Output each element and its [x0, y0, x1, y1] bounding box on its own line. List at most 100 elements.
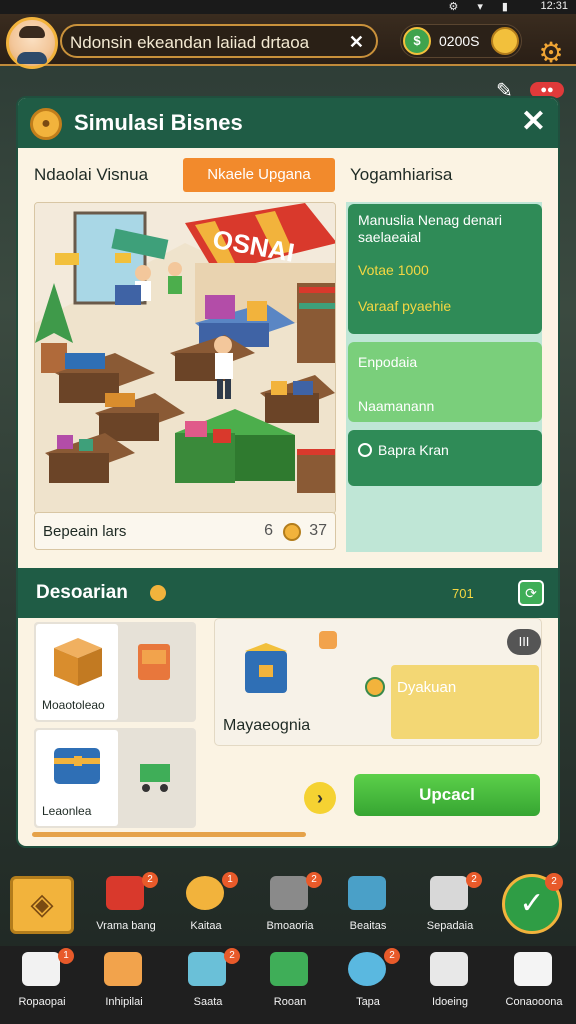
- bonus-icon: [365, 677, 385, 697]
- scene-caption-value: 37: [309, 522, 327, 539]
- item-label: Leaonlea: [42, 804, 92, 818]
- tab-management[interactable]: Yogamhiarisa: [350, 158, 452, 192]
- store-illustration: OSNAI: [35, 203, 335, 513]
- section-action-icon[interactable]: ⟳: [518, 580, 544, 606]
- scene-caption-label: Bepeain lars: [43, 523, 127, 540]
- description-section-header: Desoarian 701 ⟳: [18, 568, 558, 618]
- tab-business[interactable]: Ndaolai Visnua: [34, 158, 148, 192]
- list-item[interactable]: Moaotoleao: [34, 622, 196, 722]
- info-column: Manuslia Nenag denari saelaeaial Votae 1…: [346, 202, 542, 552]
- arrow-right-icon[interactable]: ›: [304, 782, 336, 814]
- nav-label: Rooan: [273, 996, 307, 1008]
- business-simulation-panel: ● Simulasi Bisnes ✕ Ndaolai Visnua Nkael…: [18, 98, 558, 846]
- toolbar-label: Sepadaia: [426, 920, 474, 932]
- check-icon[interactable]: ✓ 2: [502, 873, 563, 934]
- toolbar-label: Kaitaa: [190, 920, 222, 932]
- toolbar-item-3[interactable]: Beaitas: [328, 870, 408, 942]
- store-icon: [106, 876, 144, 910]
- nav-label: Tapa: [356, 996, 380, 1008]
- notification-dot: 2: [545, 873, 563, 891]
- store-scene[interactable]: OSNAI: [34, 202, 336, 514]
- tab-upgrade[interactable]: Nkaele Upgana: [183, 158, 335, 192]
- info-card-option[interactable]: Bapra Kran: [348, 430, 542, 486]
- list-item[interactable]: Leaonlea: [34, 728, 196, 828]
- info-card-option-label: Bapra Kran: [378, 442, 449, 458]
- package-icon: [104, 952, 142, 986]
- toolbar-label: Beaitas: [349, 920, 387, 932]
- radio-icon[interactable]: [358, 443, 372, 457]
- item-side-panel[interactable]: Dyakuan: [391, 665, 539, 739]
- item-list: Moaotoleao Leaonlea: [34, 622, 196, 828]
- close-icon[interactable]: ✕: [521, 104, 546, 139]
- cabinet-icon: [138, 644, 170, 680]
- avatar-hair: [19, 26, 45, 38]
- currency-value: 0200S: [439, 33, 480, 49]
- section-coin-icon: [150, 585, 166, 601]
- item-tag-icon: [319, 631, 337, 649]
- toolbar-item-1[interactable]: 1 Kaitaa: [166, 870, 246, 942]
- section-title: Desoarian: [36, 582, 128, 603]
- nav-item-6[interactable]: Conaooona: [494, 946, 574, 1018]
- document-icon: [430, 952, 468, 986]
- notification-dot: 2: [384, 948, 400, 964]
- notification-dot: 2: [142, 872, 158, 888]
- info-card-option-row: Bapra Kran: [358, 442, 449, 458]
- notification-badge: ●●: [530, 82, 564, 98]
- notification-dot: 1: [222, 872, 238, 888]
- nav-label: Idoeing: [431, 996, 469, 1008]
- upgrade-item-icon: [245, 643, 287, 693]
- info-card-status-line1: Enpodaia: [358, 354, 418, 370]
- info-card-status[interactable]: Enpodaia Naamanann: [348, 342, 542, 422]
- search-bar[interactable]: Ndonsin ekeandan laiiad drtaoa ✕: [60, 24, 378, 58]
- nav-item-1[interactable]: Inhipilai: [84, 946, 164, 1018]
- chest-icon: [54, 748, 100, 784]
- toolbar-label: Bmoaoria: [266, 920, 314, 932]
- search-icon: [186, 876, 224, 910]
- panel-title: Simulasi Bisnes: [74, 110, 243, 135]
- bottom-nav: 1 Ropaopai Inhipilai 2 Saata Rooan 2 Tap…: [0, 946, 576, 1024]
- status-time: 12:31: [540, 0, 568, 12]
- status-bar: ⚙ ▾ ▮ 12:31: [0, 0, 576, 14]
- top-bar: Ndonsin ekeandan laiiad drtaoa ✕ $ 0200S…: [0, 14, 576, 69]
- notification-dot: 2: [224, 948, 240, 964]
- panel-tabs: Ndaolai Visnua Nkaele Upgana Yogamhiaris…: [18, 154, 558, 194]
- cart-icon: [140, 764, 170, 792]
- item-detail: III Mayaeognia Dyakuan: [214, 618, 542, 746]
- panel-header: ● Simulasi Bisnes ✕: [18, 98, 558, 148]
- currency-display[interactable]: $ 0200S: [400, 24, 522, 58]
- nav-item-5[interactable]: Idoeing: [410, 946, 490, 1018]
- upgrade-button[interactable]: Upcacl: [354, 774, 540, 816]
- item-side-label: Dyakuan: [397, 679, 457, 696]
- section-meta: 701: [452, 586, 474, 601]
- item-detail-label: Mayaeognia: [223, 717, 311, 734]
- info-card-title: Manuslia Nenag denari saelaeaial: [358, 212, 502, 245]
- toolbar-item-2[interactable]: 2 Bmoaoria: [250, 870, 330, 942]
- nav-label: Inhipilai: [105, 996, 143, 1008]
- info-card-value-text: Votae 1000: [358, 262, 429, 278]
- action-toolbar: ◈ 2 Vrama bang 1 Kaitaa 2 Bmoaoria Beait…: [0, 870, 576, 946]
- status-icons: ⚙ ▾ ▮: [448, 1, 516, 13]
- nav-label: Saata: [193, 996, 223, 1008]
- coin-icon: [283, 523, 301, 541]
- box-icon: [54, 638, 102, 686]
- info-card-extra-text: Varaaf pyaehie: [358, 298, 452, 314]
- settings-gear-icon[interactable]: ⚙: [536, 38, 566, 68]
- chart-icon: [348, 876, 386, 910]
- info-card-value[interactable]: Manuslia Nenag denari saelaeaial Votae 1…: [348, 204, 542, 334]
- nav-item-2[interactable]: 2 Saata: [168, 946, 248, 1018]
- notification-dot: 1: [58, 948, 74, 964]
- search-text[interactable]: Ndonsin ekeandan laiiad drtaoa: [70, 33, 309, 53]
- globe-icon: [348, 952, 386, 986]
- gold-coin-icon: [491, 27, 519, 55]
- notification-dot: 2: [306, 872, 322, 888]
- nav-item-0[interactable]: 1 Ropaopai: [2, 946, 82, 1018]
- avatar[interactable]: [6, 17, 58, 69]
- settings-diamond-icon[interactable]: ◈: [10, 876, 74, 934]
- toolbar-item-4[interactable]: 2 Sepadaia: [410, 870, 490, 942]
- clear-search-icon[interactable]: ✕: [349, 32, 364, 53]
- nav-item-3[interactable]: Rooan: [250, 946, 330, 1018]
- nav-item-4[interactable]: 2 Tapa: [328, 946, 408, 1018]
- toolbar-item-0[interactable]: 2 Vrama bang: [86, 870, 166, 942]
- toolbar-label: Vrama bang: [96, 920, 156, 932]
- stack-icon: [430, 876, 468, 910]
